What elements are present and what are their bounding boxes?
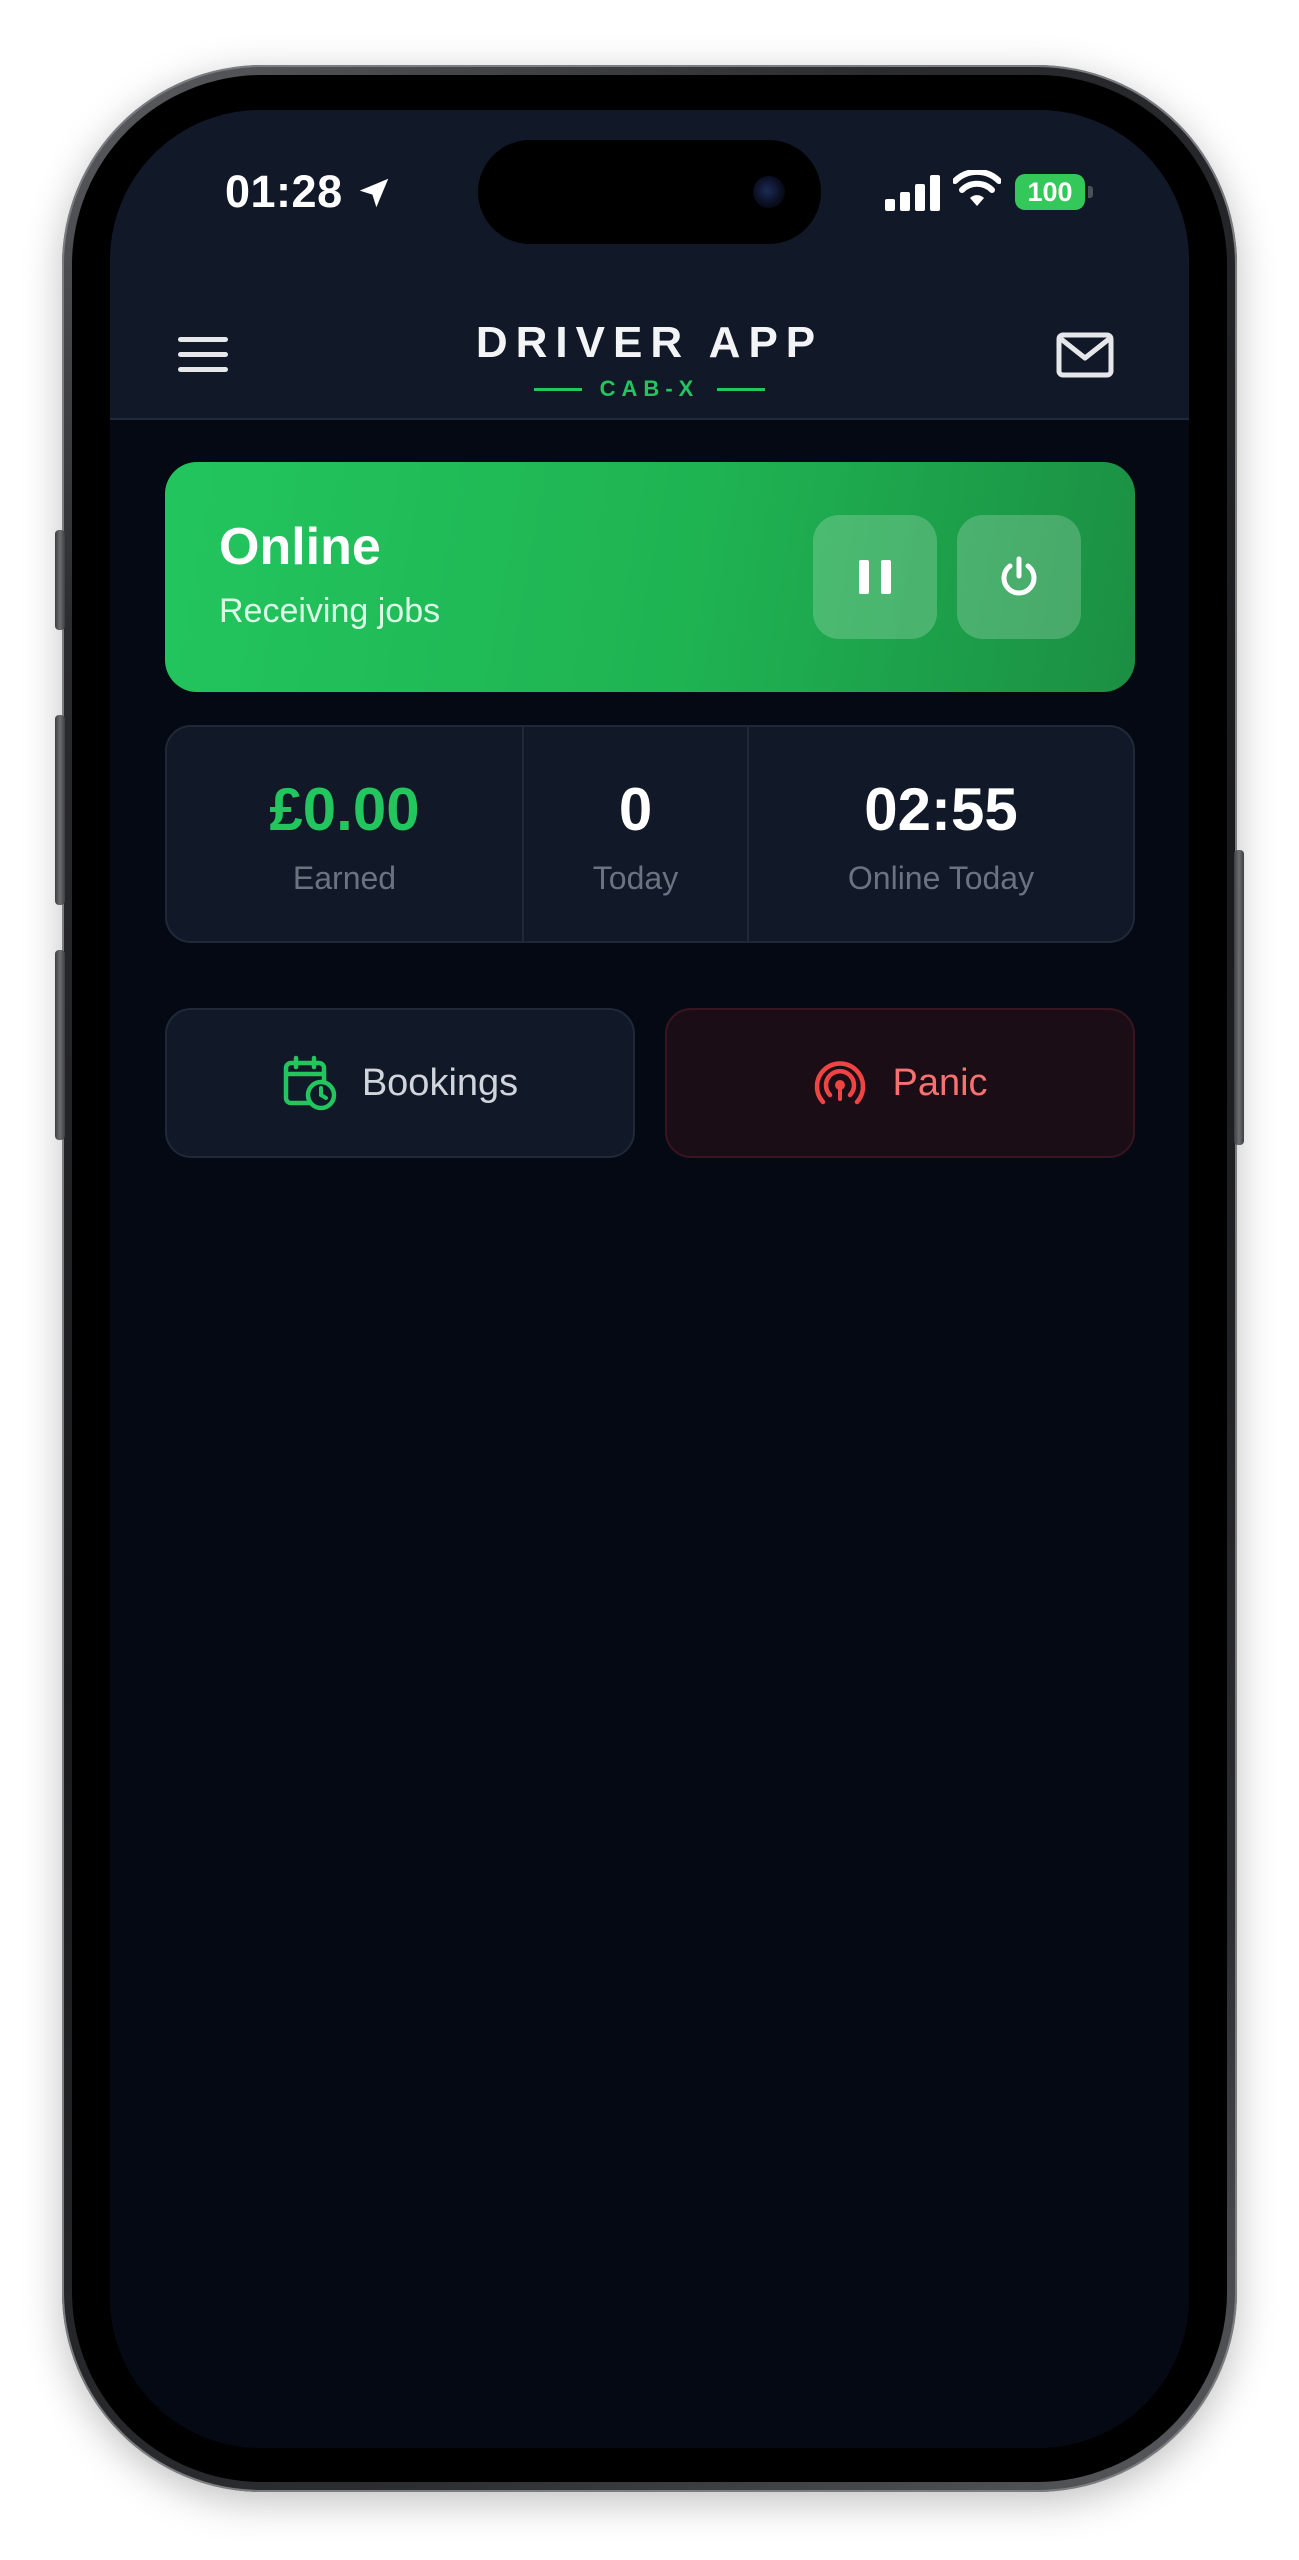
mail-icon[interactable] xyxy=(1056,332,1114,378)
battery-icon: 100 xyxy=(1015,174,1085,210)
battery-nub xyxy=(1088,186,1093,198)
pause-icon-bar xyxy=(881,560,891,594)
stat-value: 02:55 xyxy=(864,776,1018,843)
wifi-icon xyxy=(953,170,1001,206)
bookings-button[interactable]: Bookings xyxy=(165,1008,635,1158)
stat-label: Today xyxy=(592,860,679,896)
app-screen: 01:28 100 DRIVER APP CAB-X Online Receiv… xyxy=(110,110,1189,2448)
stat-label: Earned xyxy=(292,860,397,896)
dynamic-island xyxy=(478,140,821,244)
stat-earned: £0.00 Earned xyxy=(167,727,522,941)
stats-card: £0.00 Earned 0 Today 02:55 Online Today xyxy=(165,725,1135,943)
stat-today: 0 Today xyxy=(524,727,747,941)
stat-label: Online Today xyxy=(847,860,1035,896)
pause-icon xyxy=(859,560,869,594)
location-arrow-icon xyxy=(359,178,389,208)
app-header: DRIVER APP CAB-X xyxy=(110,290,1189,420)
front-camera xyxy=(753,176,785,208)
stat-value: £0.00 xyxy=(269,776,420,843)
panic-button[interactable]: Panic xyxy=(665,1008,1135,1158)
power-icon xyxy=(1001,556,1037,596)
volume-up-button xyxy=(55,715,65,905)
online-status-card: Online Receiving jobs xyxy=(165,462,1135,692)
panic-label: Panic xyxy=(892,1061,988,1104)
cellular-signal-icon xyxy=(885,175,940,211)
bookings-label: Bookings xyxy=(361,1061,519,1104)
brand-name: CAB-X xyxy=(599,376,700,401)
volume-down-button xyxy=(55,950,65,1140)
status-title: Online xyxy=(219,518,381,576)
subtitle-divider-left xyxy=(533,387,582,391)
app-subtitle: CAB-X xyxy=(110,376,1189,402)
status-time: 01:28 xyxy=(225,166,343,217)
stat-value: 0 xyxy=(618,776,653,843)
status-bar: 01:28 100 xyxy=(110,110,1189,290)
broadcast-icon xyxy=(815,1061,866,1105)
status-subtitle: Receiving jobs xyxy=(219,592,441,630)
app-title: DRIVER APP xyxy=(475,318,824,367)
go-offline-button[interactable] xyxy=(957,515,1081,639)
calendar-clock-icon xyxy=(283,1055,337,1111)
stat-online-today: 02:55 Online Today xyxy=(749,727,1133,941)
side-power-button xyxy=(1234,850,1244,1145)
action-button xyxy=(55,530,65,630)
pause-button[interactable] xyxy=(813,515,937,639)
subtitle-divider-right xyxy=(717,387,766,391)
